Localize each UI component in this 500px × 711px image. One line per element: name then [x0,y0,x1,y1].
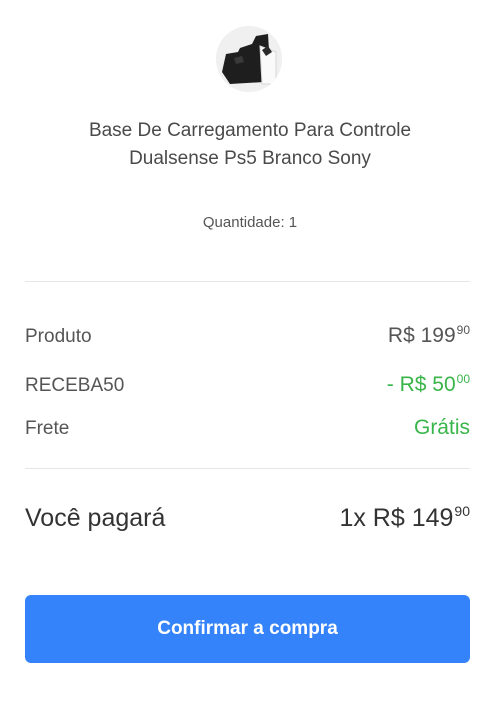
coupon-discount-whole: - R$ 50 [386,373,456,396]
product-price-label: Produto [25,326,92,347]
coupon-discount-value: - R$ 5000 [387,372,470,397]
product-price-whole: R$ 199 [387,324,456,347]
divider [25,281,470,282]
shipping-row: Frete Grátis [25,416,470,440]
shipping-label: Frete [25,418,70,439]
charging-dock-image [216,26,282,92]
total-amount-cents: 90 [454,503,470,519]
confirm-purchase-button[interactable]: Confirmar a compra [25,595,470,663]
product-thumbnail [216,26,282,92]
total-label: Você pagará [25,504,166,532]
coupon-label: RECEBA50 [25,375,125,396]
coupon-discount-cents: 00 [456,372,470,386]
product-price-value: R$ 19990 [388,323,470,348]
divider [25,468,470,469]
product-title: Base De Carregamento Para Controle Duals… [88,120,412,169]
product-price-cents: 90 [456,323,470,337]
product-price-row: Produto R$ 19990 [25,323,470,348]
coupon-row: RECEBA50 - R$ 5000 [25,372,470,397]
checkout-summary: Base De Carregamento Para Controle Duals… [0,0,500,711]
total-row: Você pagará 1x R$ 14990 [25,503,470,533]
total-amount-whole: 1x R$ 149 [339,504,454,532]
quantity-label: Quantidade: 1 [202,214,298,231]
shipping-value: Grátis [413,416,470,439]
total-value: 1x R$ 14990 [339,503,470,533]
